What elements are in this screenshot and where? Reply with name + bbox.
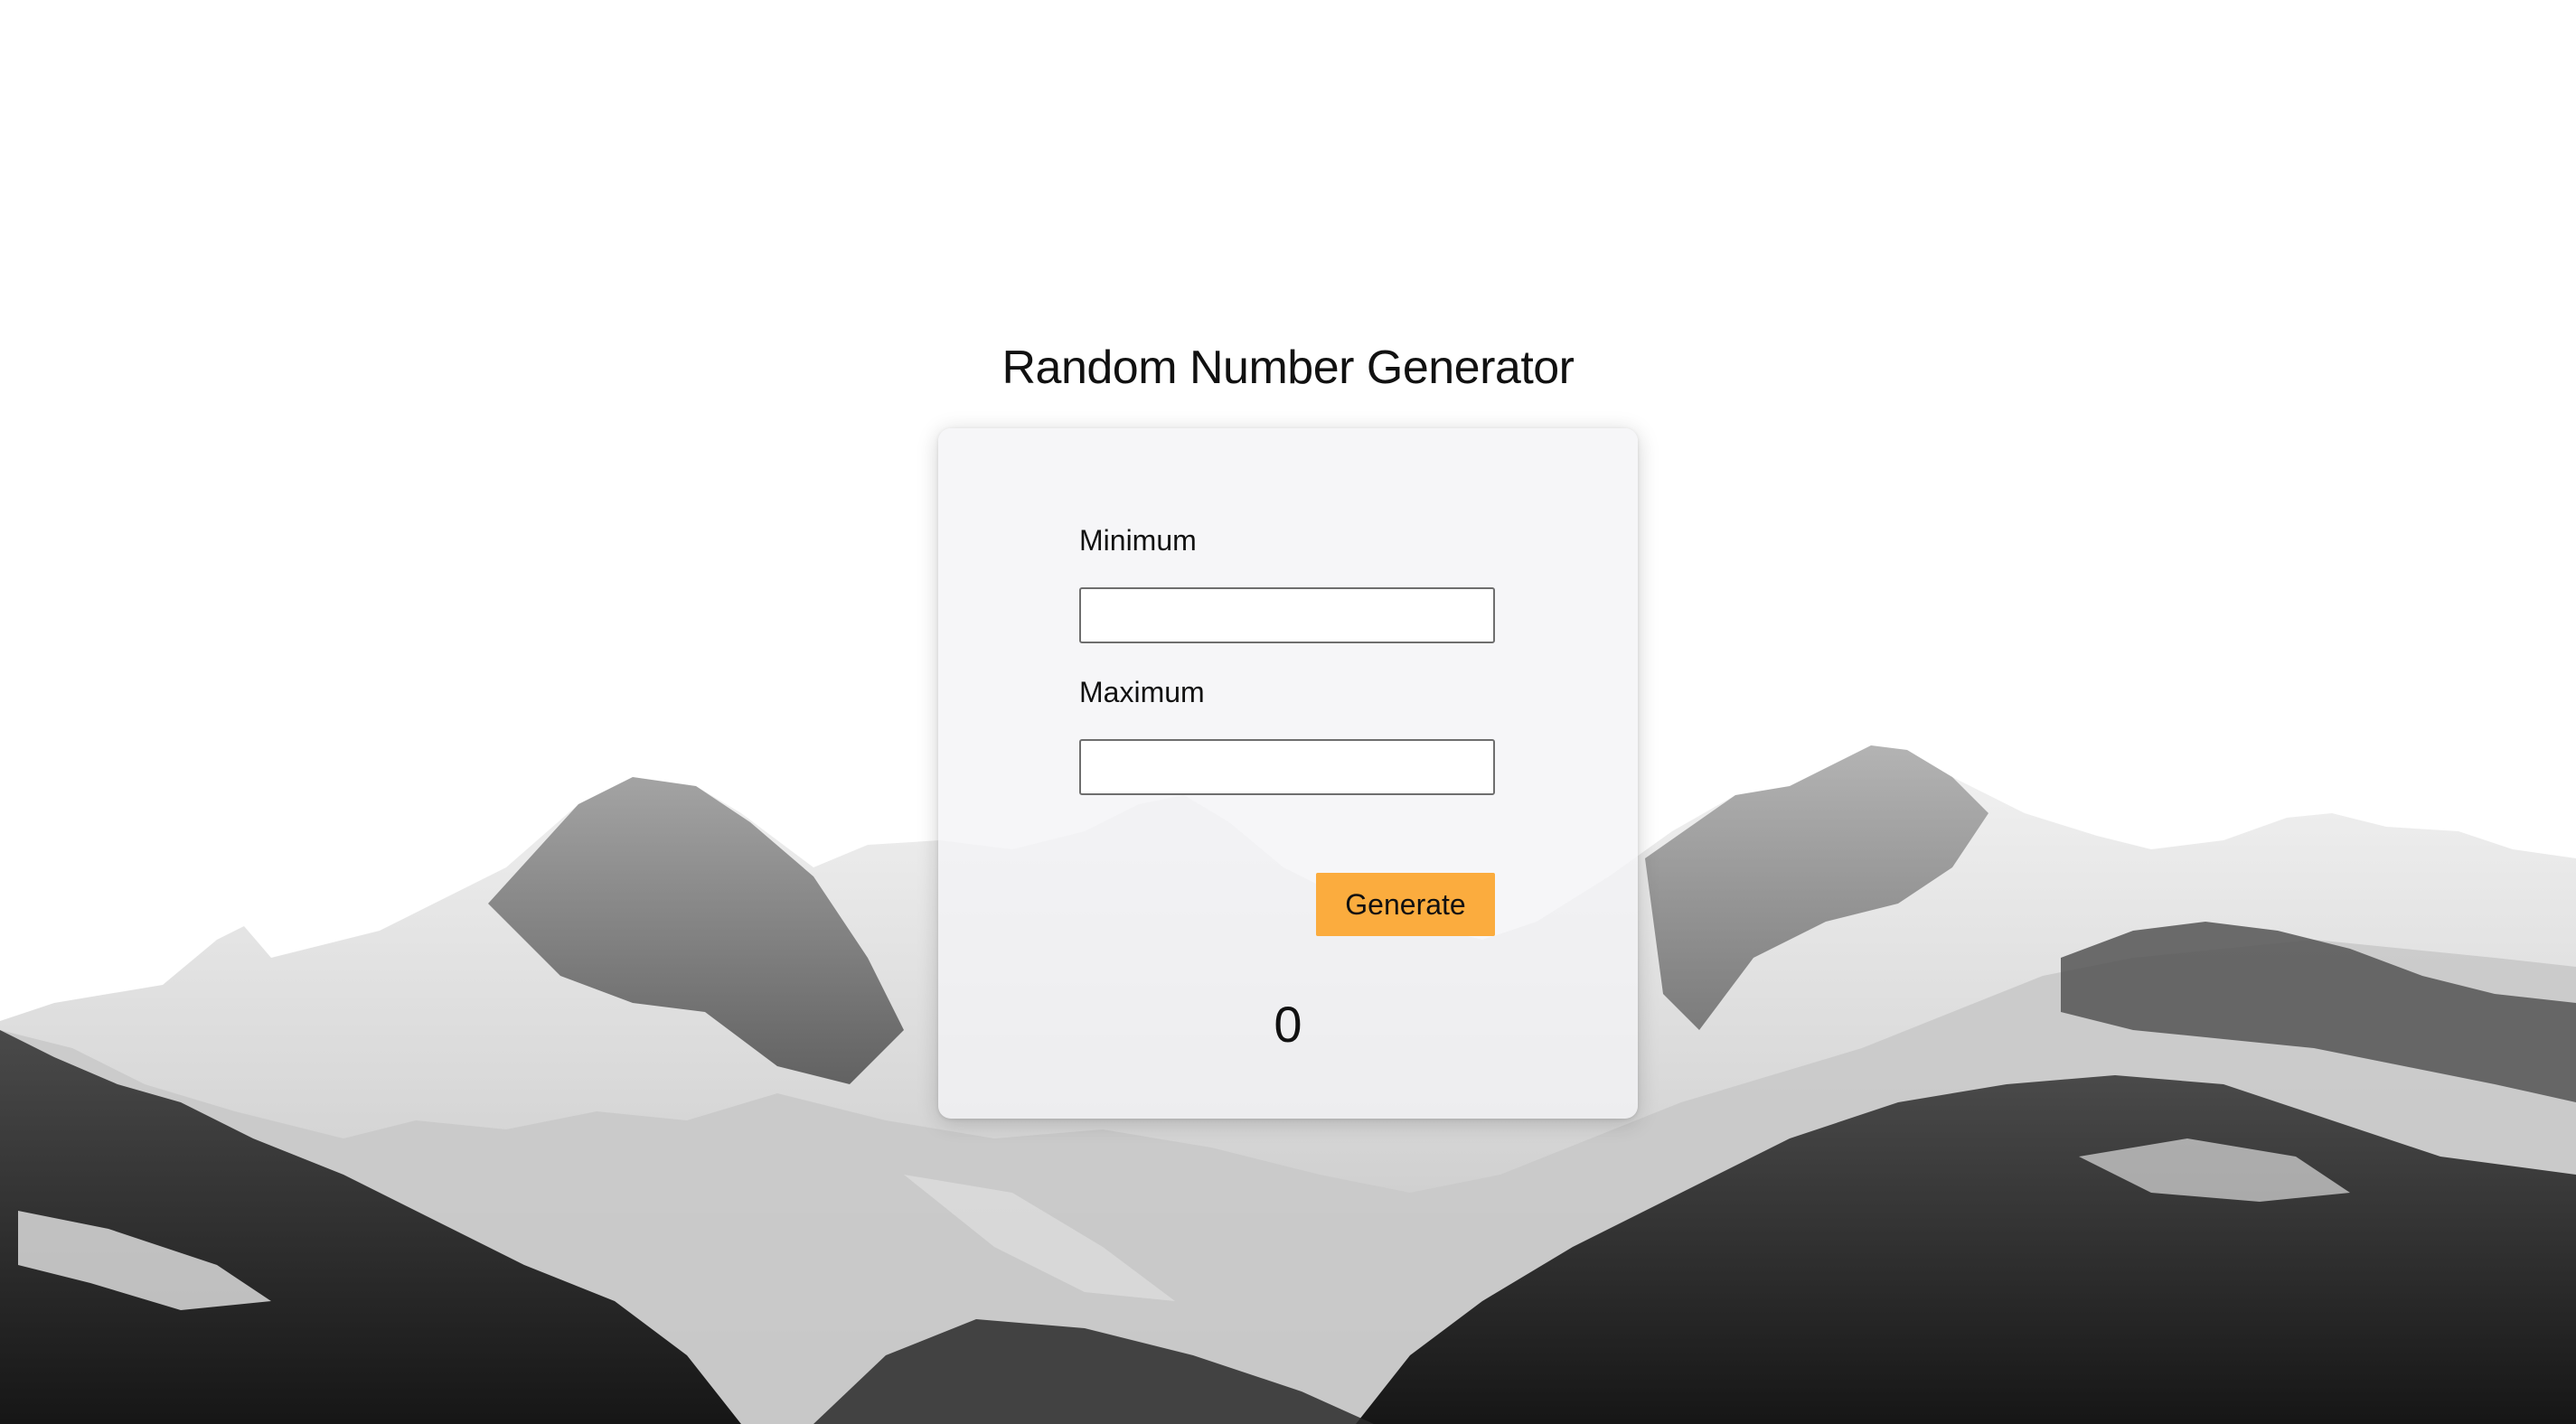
generator-card: Minimum Maximum Generate 0 — [938, 428, 1638, 1119]
page: Random Number Generator Minimum Maximum … — [0, 0, 2576, 1424]
result-value: 0 — [1274, 996, 1302, 1053]
minimum-input[interactable] — [1079, 587, 1495, 643]
maximum-label: Maximum — [1079, 676, 1205, 708]
minimum-label: Minimum — [1079, 524, 1197, 557]
maximum-input[interactable] — [1079, 739, 1495, 795]
generate-button[interactable]: Generate — [1316, 873, 1495, 936]
page-title: Random Number Generator — [1001, 342, 1575, 394]
